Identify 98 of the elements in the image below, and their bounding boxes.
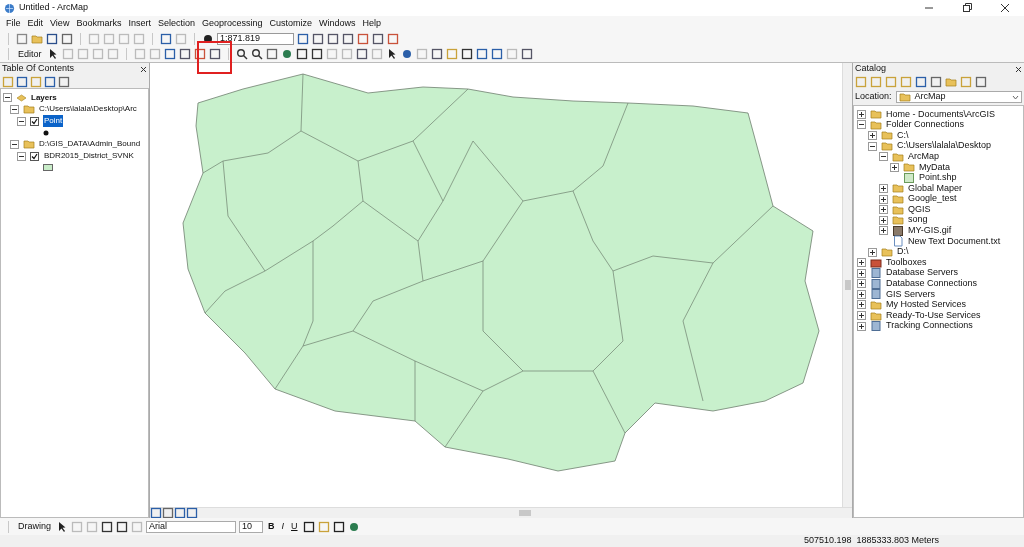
menu-item[interactable]: Edit — [27, 16, 44, 31]
collapse-toggle-icon[interactable] — [17, 151, 26, 161]
panel-title: Catalog — [855, 62, 887, 76]
expand-toggle-icon[interactable] — [879, 205, 888, 215]
vertical-scrollbar[interactable] — [842, 63, 852, 507]
folder-icon — [881, 248, 893, 257]
expand-toggle-icon[interactable] — [868, 131, 877, 140]
expand-toggle-icon[interactable] — [879, 215, 888, 225]
highlight-frame — [197, 41, 232, 74]
menu-item[interactable]: Insert — [128, 16, 151, 31]
folder-icon — [892, 216, 904, 225]
shapefile-icon — [904, 172, 914, 183]
catalog-item[interactable]: Tracking Connections — [886, 319, 973, 333]
select-elements-icon[interactable] — [56, 520, 68, 533]
layer-name[interactable]: BDR2015_District_SVNK — [43, 150, 135, 162]
catalog-item[interactable]: Database Servers — [886, 266, 959, 280]
folder-icon — [881, 132, 893, 140]
font-size-dropdown[interactable]: 10 — [239, 520, 263, 533]
font-dropdown[interactable]: Arial — [146, 520, 236, 533]
menu-item[interactable]: Customize — [269, 16, 312, 31]
data-frame-label[interactable]: Layers — [31, 91, 57, 104]
catalog-item[interactable]: Folder Connections — [886, 118, 965, 132]
layer-checkbox[interactable] — [30, 116, 39, 126]
layers-icon — [16, 92, 27, 103]
zoom-in-icon[interactable] — [235, 48, 248, 60]
server-icon — [871, 268, 881, 279]
menu-item[interactable]: Geoprocessing — [201, 16, 263, 31]
collapse-toggle-icon[interactable] — [857, 120, 866, 130]
expand-toggle-icon[interactable] — [879, 226, 888, 236]
drawing-menu-button[interactable]: Drawing — [16, 522, 53, 531]
expand-toggle-icon[interactable] — [879, 183, 888, 193]
expand-toggle-icon[interactable] — [857, 300, 866, 310]
expand-toggle-icon[interactable] — [857, 321, 866, 331]
zoom-out-icon[interactable] — [250, 48, 263, 60]
expand-toggle-icon[interactable] — [857, 258, 866, 268]
collapse-toggle-icon[interactable] — [868, 141, 877, 151]
menu-item[interactable]: Bookmarks — [76, 16, 122, 31]
close-icon[interactable] — [1015, 65, 1022, 73]
folder-icon — [23, 140, 35, 149]
folder-icon — [892, 153, 904, 161]
server-icon — [871, 289, 881, 300]
expand-toggle-icon[interactable] — [857, 289, 866, 299]
folder-icon — [23, 105, 35, 114]
panel-title: Table Of Contents — [2, 62, 75, 76]
location-label: Location: — [855, 90, 892, 104]
editor-menu-button[interactable]: Editor — [16, 48, 44, 60]
source-folder-label[interactable]: D:\GIS_DATA\Admin_Bound — [39, 138, 141, 150]
folder-icon — [903, 163, 915, 172]
chevron-down-icon[interactable] — [1012, 94, 1019, 100]
bold-button[interactable]: B — [266, 519, 277, 534]
menu-item[interactable]: Selection — [157, 16, 195, 31]
italic-button[interactable]: I — [279, 519, 287, 534]
scale-field[interactable]: 1:871.819 — [217, 32, 294, 45]
point-symbol-icon — [43, 129, 49, 136]
coordinates-readout: 507510.198 1885333.803 Meters — [803, 534, 939, 547]
folder-icon — [870, 301, 882, 310]
document-icon — [894, 235, 903, 247]
menu-item[interactable]: Windows — [319, 16, 356, 31]
menu-item[interactable]: View — [50, 16, 70, 31]
menu-item[interactable]: File — [6, 16, 21, 31]
close-icon[interactable] — [140, 65, 147, 73]
raster-icon — [893, 225, 903, 236]
catalog-item[interactable]: D:\ — [897, 245, 909, 259]
source-folder-label[interactable]: C:\Users\lalala\Desktop\Arc — [39, 103, 137, 115]
server-icon — [871, 321, 881, 332]
folder-icon — [881, 142, 893, 151]
collapse-toggle-icon[interactable] — [10, 104, 19, 114]
collapse-toggle-icon[interactable] — [10, 139, 19, 149]
expand-toggle-icon[interactable] — [857, 268, 866, 278]
collapse-toggle-icon[interactable] — [17, 116, 26, 126]
expand-toggle-icon[interactable] — [879, 194, 888, 204]
polygon-symbol-icon — [43, 164, 53, 171]
folder-icon — [892, 206, 904, 214]
expand-toggle-icon[interactable] — [857, 279, 866, 289]
expand-toggle-icon[interactable] — [890, 162, 899, 172]
folder-icon — [892, 185, 904, 193]
folder-icon — [870, 121, 882, 130]
folder-icon — [899, 93, 910, 102]
layer-checkbox[interactable] — [30, 151, 39, 161]
globe-app-icon — [4, 2, 15, 14]
folder-icon — [892, 195, 904, 204]
catalog-item[interactable]: Database Connections — [886, 277, 978, 291]
catalog-item[interactable]: My Hosted Services — [886, 298, 967, 312]
menu-item[interactable]: Help — [362, 16, 382, 31]
layer-name[interactable]: Point — [43, 115, 64, 127]
expand-toggle-icon[interactable] — [857, 311, 866, 321]
catalog-item[interactable]: Point.shp — [919, 171, 957, 185]
server-icon — [871, 278, 881, 289]
expand-toggle-icon[interactable] — [868, 247, 877, 257]
restore-icon[interactable] — [962, 3, 972, 13]
window-title: Untitled - ArcMap — [19, 1, 89, 15]
collapse-toggle-icon[interactable] — [879, 152, 888, 162]
close-icon[interactable] — [1000, 3, 1010, 13]
expand-toggle-icon[interactable] — [857, 109, 866, 119]
folder-icon — [870, 312, 882, 320]
collapse-toggle-icon[interactable] — [3, 93, 12, 102]
location-dropdown[interactable]: ArcMap — [895, 91, 1022, 103]
underline-button[interactable]: U — [289, 519, 300, 534]
